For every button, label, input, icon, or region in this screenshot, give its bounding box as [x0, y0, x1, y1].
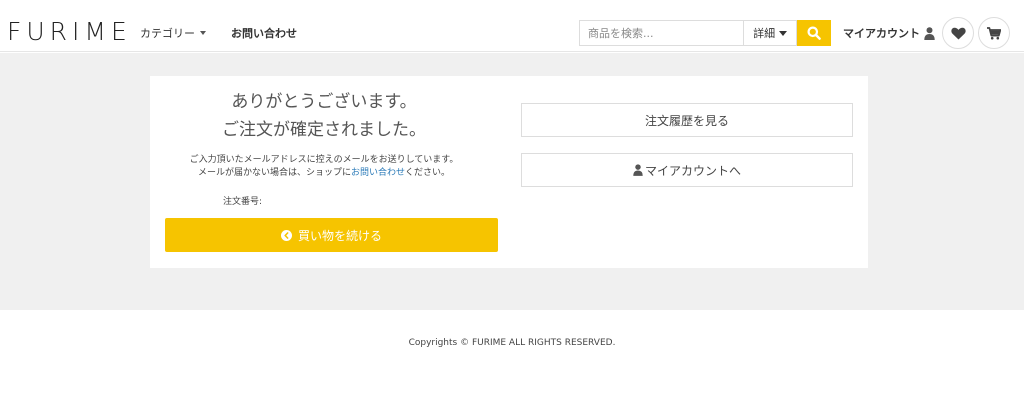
contact-inline-link[interactable]: お問い合わせ: [351, 168, 405, 178]
site-footer: Copyrights © FURIME ALL RIGHTS RESERVED.: [0, 310, 1024, 398]
search-bar: 詳細: [579, 20, 797, 46]
order-history-label: 注文履歴を見る: [644, 113, 729, 128]
order-history-button[interactable]: 注文履歴を見る: [521, 103, 853, 137]
site-logo[interactable]: FURIME: [7, 17, 132, 47]
thanks-line-1: ありがとうございます。: [231, 92, 417, 112]
thanks-line-2: ご注文が確定されました。: [222, 120, 426, 140]
caret-down-icon: [779, 30, 788, 36]
my-account-link[interactable]: マイアカウント: [843, 25, 935, 41]
my-account-label: マイアカウント: [843, 27, 920, 40]
search-detail-dropdown[interactable]: 詳細: [743, 21, 796, 45]
desc-line-2: メールが届かない場合は、ショップにお問い合わせください。: [150, 167, 498, 180]
chevron-left-circle-icon: [280, 229, 292, 241]
continue-shopping-button[interactable]: 買い物を続ける: [165, 218, 498, 252]
thanks-message: ありがとうございます。 ご注文が確定されました。: [150, 88, 498, 144]
user-icon: [924, 26, 935, 40]
go-to-my-account-button[interactable]: マイアカウントへ: [521, 153, 853, 187]
desc-line-2-suffix: ください。: [405, 168, 451, 178]
search-input[interactable]: [580, 21, 744, 45]
continue-shopping-label: 買い物を続ける: [297, 228, 382, 243]
search-icon: [807, 26, 821, 40]
nav-category-menu[interactable]: カテゴリー: [140, 25, 206, 41]
caret-down-icon: [200, 31, 206, 35]
copyright-text: Copyrights © FURIME ALL RIGHTS RESERVED.: [408, 338, 616, 348]
nav-contact-link[interactable]: お問い合わせ: [231, 25, 297, 41]
site-header: FURIME カテゴリー お問い合わせ 詳細 マイアカウント: [0, 0, 1024, 52]
search-detail-label: 詳細: [753, 27, 776, 40]
favorites-button[interactable]: [942, 17, 974, 49]
nav-category-label: カテゴリー: [140, 27, 195, 40]
cart-button[interactable]: [978, 17, 1010, 49]
go-to-my-account-label: マイアカウントへ: [644, 163, 741, 178]
heart-icon: [950, 27, 966, 39]
order-number-label: 注文番号:: [223, 197, 263, 207]
cart-icon: [987, 26, 1001, 39]
confirmation-description: ご入力頂いたメールアドレスに控えのメールをお送りしています。 メールが届かない場…: [150, 154, 498, 180]
desc-line-2-prefix: メールが届かない場合は、ショップに: [197, 168, 351, 178]
user-icon: [633, 164, 643, 176]
desc-line-1: ご入力頂いたメールアドレスに控えのメールをお送りしています。: [189, 155, 459, 165]
search-button[interactable]: [797, 20, 831, 46]
